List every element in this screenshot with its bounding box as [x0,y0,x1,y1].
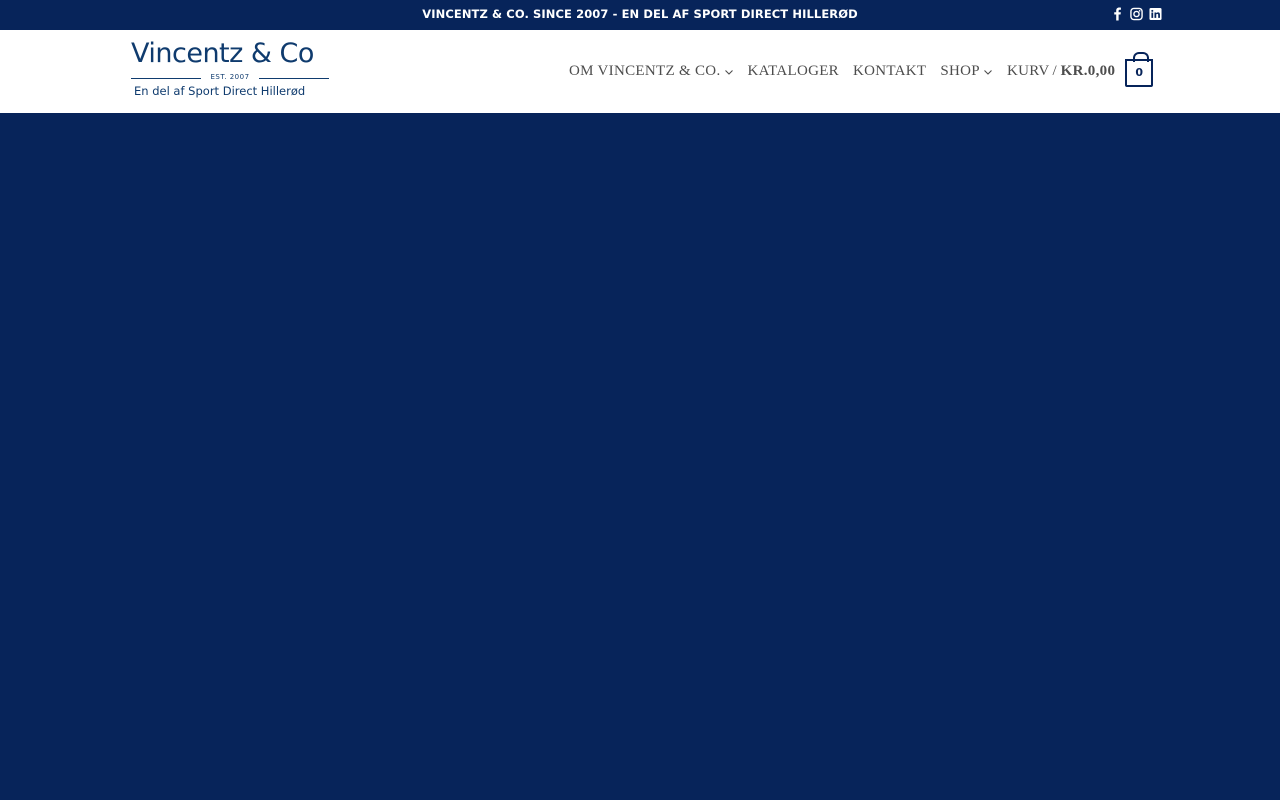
nav-item-kataloger[interactable]: KATALOGER [748,63,840,80]
cart-link[interactable]: KURV / KR.0,00 0 [1006,51,1154,87]
chevron-down-icon [724,67,734,77]
top-bar: VINCENTZ & CO. SINCE 2007 - EN DEL AF SP… [0,0,1280,30]
nav-item-label: OM VINCENTZ & CO. [569,63,721,79]
cart-count: 0 [1135,66,1144,79]
nav-item-shop[interactable]: SHOP [940,63,993,80]
cart-amount: KR.0,00 [1060,63,1116,79]
nav-item-label: SHOP [940,63,980,79]
logo-name: Vincentz & Co [131,38,314,69]
site-logo[interactable]: Vincentz & Co EST. 2007 En del af Sport … [131,38,329,102]
nav-item-kontakt[interactable]: KONTAKT [853,63,926,80]
logo-est: EST. 2007 [210,73,250,81]
logo-tagline: En del af Sport Direct Hillerød [134,84,306,98]
chevron-down-icon [983,67,993,77]
hero-section [0,113,1280,800]
cart-label: KURV [1006,63,1050,79]
logo-divider-left [131,78,201,79]
site-header: Vincentz & Co EST. 2007 En del af Sport … [0,30,1280,113]
facebook-icon[interactable] [1111,7,1124,21]
logo-divider-right [259,78,329,79]
nav-item-label: KATALOGER [747,63,839,79]
nav-item-label: KONTAKT [853,63,927,79]
main-nav: OM VINCENTZ & CO. KATALOGER KONTAKT SHOP… [569,30,1154,113]
cart-bag-icon[interactable]: 0 [1125,51,1154,87]
nav-item-om-vincentz[interactable]: OM VINCENTZ & CO. [569,63,734,80]
cart-separator: / [1052,63,1057,79]
instagram-icon[interactable] [1130,7,1143,21]
linkedin-icon[interactable] [1149,7,1162,21]
social-links [1111,7,1162,21]
top-bar-text: VINCENTZ & CO. SINCE 2007 - EN DEL AF SP… [422,7,858,21]
